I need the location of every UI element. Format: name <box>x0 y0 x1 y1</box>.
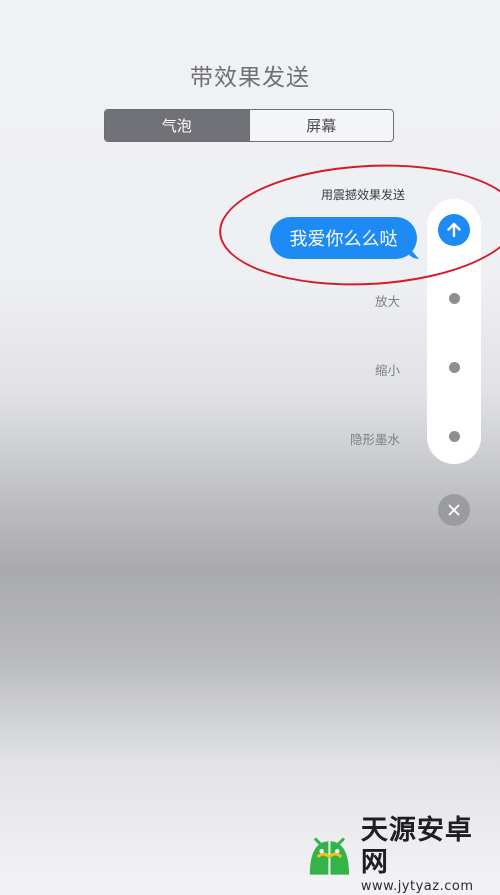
effect-option-gentle[interactable]: 缩小 <box>280 360 400 379</box>
effect-radio-loud[interactable] <box>449 293 460 304</box>
effect-radio-invisible-ink[interactable] <box>449 431 460 442</box>
watermark-name: 天源安卓网 <box>360 815 473 878</box>
cancel-button[interactable] <box>438 494 470 526</box>
close-icon <box>448 504 460 516</box>
effect-option-loud[interactable]: 放大 <box>280 291 400 310</box>
page-title: 带效果发送 <box>190 65 310 91</box>
tab-screen[interactable]: 屏幕 <box>248 110 394 141</box>
effect-radio-gentle[interactable] <box>449 362 460 373</box>
effect-option-invisible-ink[interactable]: 隐形墨水 <box>280 429 400 448</box>
effect-type-segmented-control: 气泡 屏幕 <box>104 109 394 142</box>
android-logo-icon <box>309 837 350 875</box>
tab-bubble[interactable]: 气泡 <box>105 110 249 141</box>
watermark-url: www.jytyaz.com <box>360 879 474 894</box>
watermark: 天源安卓网 www.jytyaz.com <box>302 815 498 894</box>
